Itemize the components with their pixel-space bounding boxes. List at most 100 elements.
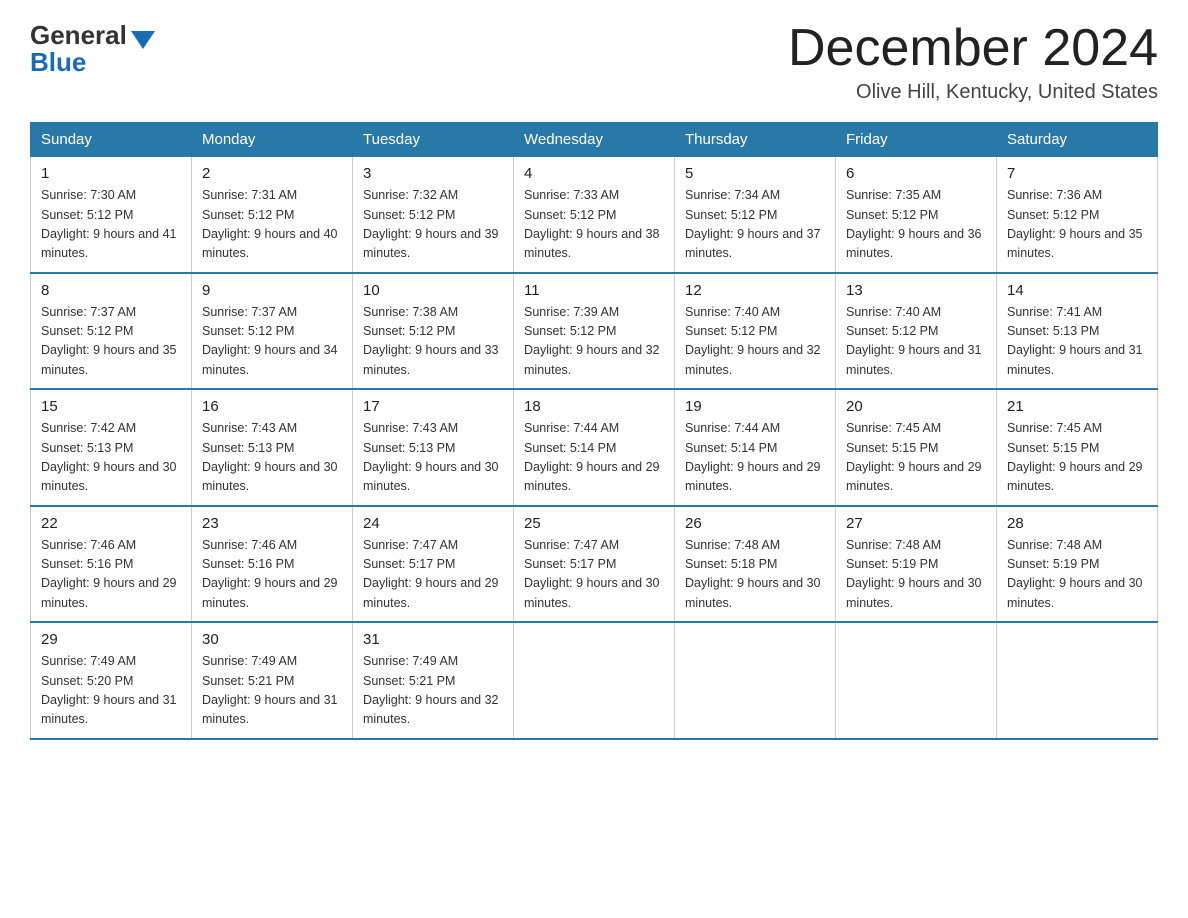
header-row: Sunday Monday Tuesday Wednesday Thursday…	[31, 123, 1158, 157]
day-info: Sunrise: 7:49 AMSunset: 5:21 PMDaylight:…	[363, 652, 503, 730]
day-number: 2	[202, 165, 342, 182]
calendar-cell: 7 Sunrise: 7:36 AMSunset: 5:12 PMDayligh…	[997, 157, 1158, 273]
calendar-cell: 20 Sunrise: 7:45 AMSunset: 5:15 PMDaylig…	[836, 389, 997, 506]
calendar-cell: 22 Sunrise: 7:46 AMSunset: 5:16 PMDaylig…	[31, 506, 192, 623]
calendar-cell: 27 Sunrise: 7:48 AMSunset: 5:19 PMDaylig…	[836, 506, 997, 623]
day-number: 30	[202, 631, 342, 648]
month-title: December 2024	[788, 20, 1158, 77]
day-info: Sunrise: 7:46 AMSunset: 5:16 PMDaylight:…	[41, 536, 181, 614]
calendar-header: Sunday Monday Tuesday Wednesday Thursday…	[31, 123, 1158, 157]
header-sunday: Sunday	[31, 123, 192, 157]
day-info: Sunrise: 7:48 AMSunset: 5:19 PMDaylight:…	[846, 536, 986, 614]
day-info: Sunrise: 7:40 AMSunset: 5:12 PMDaylight:…	[685, 303, 825, 381]
logo-arrow-icon	[131, 31, 155, 49]
calendar-cell: 9 Sunrise: 7:37 AMSunset: 5:12 PMDayligh…	[192, 273, 353, 390]
header-wednesday: Wednesday	[514, 123, 675, 157]
day-info: Sunrise: 7:44 AMSunset: 5:14 PMDaylight:…	[524, 419, 664, 497]
day-number: 4	[524, 165, 664, 182]
day-number: 3	[363, 165, 503, 182]
day-info: Sunrise: 7:43 AMSunset: 5:13 PMDaylight:…	[202, 419, 342, 497]
calendar-cell: 11 Sunrise: 7:39 AMSunset: 5:12 PMDaylig…	[514, 273, 675, 390]
calendar-cell: 24 Sunrise: 7:47 AMSunset: 5:17 PMDaylig…	[353, 506, 514, 623]
day-number: 13	[846, 282, 986, 299]
header-monday: Monday	[192, 123, 353, 157]
day-info: Sunrise: 7:47 AMSunset: 5:17 PMDaylight:…	[524, 536, 664, 614]
day-number: 18	[524, 398, 664, 415]
day-number: 1	[41, 165, 181, 182]
day-info: Sunrise: 7:31 AMSunset: 5:12 PMDaylight:…	[202, 186, 342, 264]
day-info: Sunrise: 7:47 AMSunset: 5:17 PMDaylight:…	[363, 536, 503, 614]
calendar-week-row: 1 Sunrise: 7:30 AMSunset: 5:12 PMDayligh…	[31, 157, 1158, 273]
day-number: 12	[685, 282, 825, 299]
header-tuesday: Tuesday	[353, 123, 514, 157]
day-info: Sunrise: 7:45 AMSunset: 5:15 PMDaylight:…	[1007, 419, 1147, 497]
calendar-cell: 25 Sunrise: 7:47 AMSunset: 5:17 PMDaylig…	[514, 506, 675, 623]
header-friday: Friday	[836, 123, 997, 157]
day-number: 26	[685, 515, 825, 532]
calendar-cell: 12 Sunrise: 7:40 AMSunset: 5:12 PMDaylig…	[675, 273, 836, 390]
day-number: 21	[1007, 398, 1147, 415]
day-info: Sunrise: 7:32 AMSunset: 5:12 PMDaylight:…	[363, 186, 503, 264]
day-number: 27	[846, 515, 986, 532]
day-info: Sunrise: 7:30 AMSunset: 5:12 PMDaylight:…	[41, 186, 181, 264]
calendar-cell: 2 Sunrise: 7:31 AMSunset: 5:12 PMDayligh…	[192, 157, 353, 273]
day-info: Sunrise: 7:48 AMSunset: 5:19 PMDaylight:…	[1007, 536, 1147, 614]
day-number: 31	[363, 631, 503, 648]
day-info: Sunrise: 7:39 AMSunset: 5:12 PMDaylight:…	[524, 303, 664, 381]
day-info: Sunrise: 7:40 AMSunset: 5:12 PMDaylight:…	[846, 303, 986, 381]
day-info: Sunrise: 7:48 AMSunset: 5:18 PMDaylight:…	[685, 536, 825, 614]
logo-blue-text: Blue	[30, 47, 86, 78]
calendar-cell: 28 Sunrise: 7:48 AMSunset: 5:19 PMDaylig…	[997, 506, 1158, 623]
day-number: 23	[202, 515, 342, 532]
day-info: Sunrise: 7:33 AMSunset: 5:12 PMDaylight:…	[524, 186, 664, 264]
day-number: 20	[846, 398, 986, 415]
day-info: Sunrise: 7:45 AMSunset: 5:15 PMDaylight:…	[846, 419, 986, 497]
day-number: 16	[202, 398, 342, 415]
day-info: Sunrise: 7:43 AMSunset: 5:13 PMDaylight:…	[363, 419, 503, 497]
calendar-cell: 10 Sunrise: 7:38 AMSunset: 5:12 PMDaylig…	[353, 273, 514, 390]
calendar-cell: 21 Sunrise: 7:45 AMSunset: 5:15 PMDaylig…	[997, 389, 1158, 506]
calendar-cell	[675, 622, 836, 739]
calendar-cell: 15 Sunrise: 7:42 AMSunset: 5:13 PMDaylig…	[31, 389, 192, 506]
calendar-cell: 1 Sunrise: 7:30 AMSunset: 5:12 PMDayligh…	[31, 157, 192, 273]
calendar-cell: 17 Sunrise: 7:43 AMSunset: 5:13 PMDaylig…	[353, 389, 514, 506]
day-number: 28	[1007, 515, 1147, 532]
day-number: 14	[1007, 282, 1147, 299]
day-number: 15	[41, 398, 181, 415]
calendar-cell	[997, 622, 1158, 739]
day-info: Sunrise: 7:49 AMSunset: 5:21 PMDaylight:…	[202, 652, 342, 730]
calendar-cell: 4 Sunrise: 7:33 AMSunset: 5:12 PMDayligh…	[514, 157, 675, 273]
calendar-cell: 26 Sunrise: 7:48 AMSunset: 5:18 PMDaylig…	[675, 506, 836, 623]
calendar-cell	[514, 622, 675, 739]
calendar-cell: 6 Sunrise: 7:35 AMSunset: 5:12 PMDayligh…	[836, 157, 997, 273]
day-number: 19	[685, 398, 825, 415]
location-text: Olive Hill, Kentucky, United States	[788, 81, 1158, 104]
day-info: Sunrise: 7:34 AMSunset: 5:12 PMDaylight:…	[685, 186, 825, 264]
day-info: Sunrise: 7:41 AMSunset: 5:13 PMDaylight:…	[1007, 303, 1147, 381]
calendar-cell: 29 Sunrise: 7:49 AMSunset: 5:20 PMDaylig…	[31, 622, 192, 739]
day-info: Sunrise: 7:46 AMSunset: 5:16 PMDaylight:…	[202, 536, 342, 614]
day-number: 22	[41, 515, 181, 532]
day-number: 8	[41, 282, 181, 299]
day-number: 10	[363, 282, 503, 299]
calendar-cell: 31 Sunrise: 7:49 AMSunset: 5:21 PMDaylig…	[353, 622, 514, 739]
day-number: 9	[202, 282, 342, 299]
calendar-body: 1 Sunrise: 7:30 AMSunset: 5:12 PMDayligh…	[31, 157, 1158, 739]
day-number: 24	[363, 515, 503, 532]
calendar-cell: 23 Sunrise: 7:46 AMSunset: 5:16 PMDaylig…	[192, 506, 353, 623]
page-header: General Blue December 2024 Olive Hill, K…	[30, 20, 1158, 104]
day-number: 11	[524, 282, 664, 299]
header-saturday: Saturday	[997, 123, 1158, 157]
logo: General Blue	[30, 20, 155, 78]
calendar-cell	[836, 622, 997, 739]
day-info: Sunrise: 7:44 AMSunset: 5:14 PMDaylight:…	[685, 419, 825, 497]
calendar-cell: 16 Sunrise: 7:43 AMSunset: 5:13 PMDaylig…	[192, 389, 353, 506]
calendar-cell: 3 Sunrise: 7:32 AMSunset: 5:12 PMDayligh…	[353, 157, 514, 273]
calendar-table: Sunday Monday Tuesday Wednesday Thursday…	[30, 122, 1158, 740]
calendar-week-row: 29 Sunrise: 7:49 AMSunset: 5:20 PMDaylig…	[31, 622, 1158, 739]
day-info: Sunrise: 7:38 AMSunset: 5:12 PMDaylight:…	[363, 303, 503, 381]
day-number: 5	[685, 165, 825, 182]
calendar-week-row: 8 Sunrise: 7:37 AMSunset: 5:12 PMDayligh…	[31, 273, 1158, 390]
day-number: 29	[41, 631, 181, 648]
calendar-cell: 18 Sunrise: 7:44 AMSunset: 5:14 PMDaylig…	[514, 389, 675, 506]
